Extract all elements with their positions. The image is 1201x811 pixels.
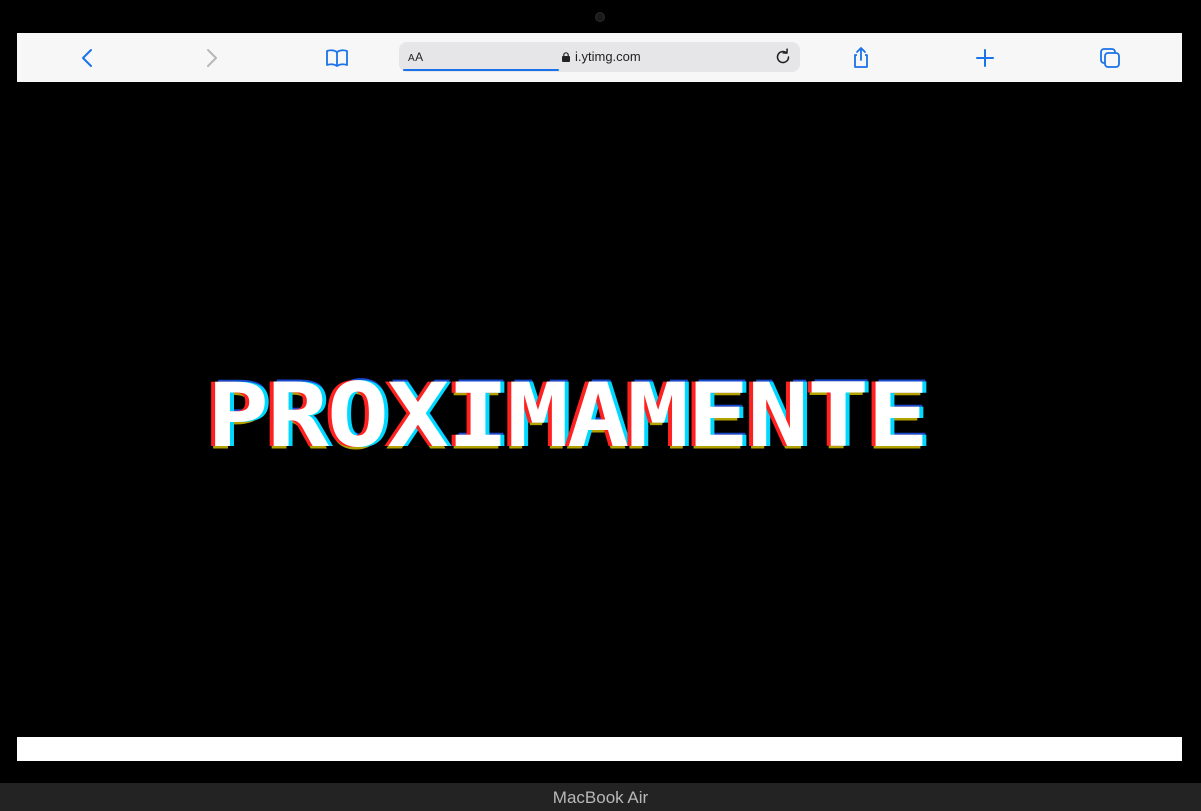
tabs-overview-button[interactable] bbox=[1095, 43, 1125, 73]
forward-button[interactable] bbox=[196, 43, 226, 73]
back-icon bbox=[82, 49, 92, 67]
reload-icon[interactable] bbox=[772, 46, 794, 68]
share-icon bbox=[854, 47, 868, 68]
new-tab-icon bbox=[976, 49, 994, 67]
device-model-label: MacBook Air bbox=[552, 788, 649, 807]
address-bar[interactable]: AA i.ytimg.com bbox=[399, 42, 800, 72]
back-button[interactable] bbox=[73, 43, 103, 73]
bookmarks-button[interactable] bbox=[322, 43, 352, 73]
headline-glitch-text: PROXIMAMENTE bbox=[207, 364, 929, 468]
url-display[interactable]: i.ytimg.com bbox=[562, 49, 641, 64]
browser-window: AA i.ytimg.com PROXIMAMENTE bbox=[17, 33, 1182, 761]
reader-view-button[interactable]: AA bbox=[408, 50, 424, 64]
lock-icon bbox=[562, 51, 570, 62]
page-load-progress bbox=[403, 69, 559, 71]
page-content: PROXIMAMENTE bbox=[17, 82, 1182, 737]
forward-icon bbox=[207, 49, 217, 67]
share-button[interactable] bbox=[846, 43, 876, 73]
browser-toolbar: AA i.ytimg.com bbox=[17, 33, 1182, 83]
new-tab-button[interactable] bbox=[970, 43, 1000, 73]
bottom-strip bbox=[17, 737, 1182, 761]
url-text: i.ytimg.com bbox=[575, 49, 641, 64]
camera bbox=[595, 12, 605, 22]
tabs-icon bbox=[1100, 48, 1120, 68]
bookmarks-icon bbox=[326, 49, 348, 67]
